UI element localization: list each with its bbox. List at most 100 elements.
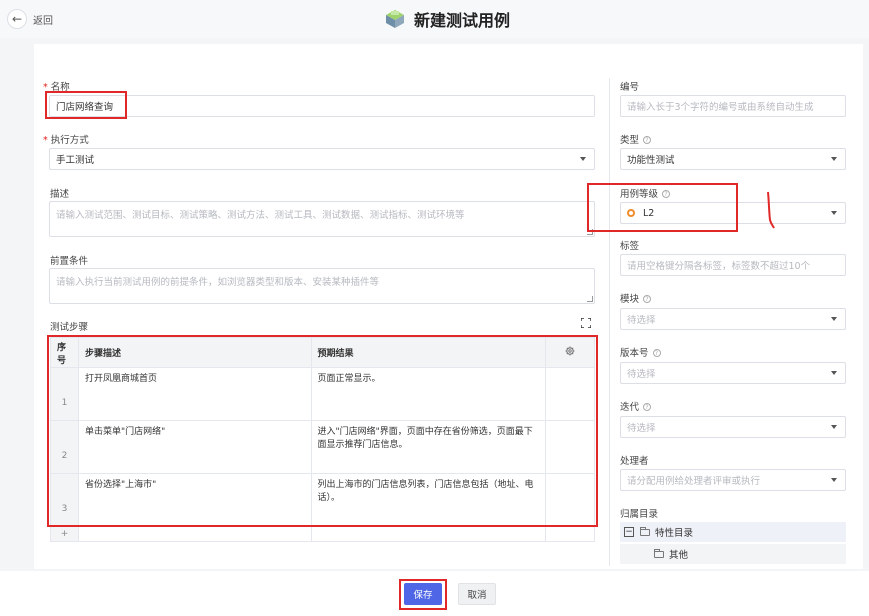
title-wrap: 新建测试用例	[384, 6, 510, 32]
description-label: 描述	[50, 189, 70, 200]
back-label[interactable]: 返回	[33, 12, 53, 27]
exec-mode-value: 手工测试	[56, 155, 95, 166]
empty-action-cell	[545, 526, 595, 542]
empty-expected-cell[interactable]	[310, 526, 547, 542]
chevron-down-icon	[831, 157, 837, 161]
precondition-placeholder: 请输入执行当前测试用例的前提条件，如浏览器类型和版本、安装某种插件等	[56, 277, 380, 288]
table-row[interactable]: 3 省份选择"上海市" 列出上海市的门店信息列表，门店信息包括（地址、电话）。	[50, 473, 595, 527]
level-label-text: 用例等级	[620, 189, 659, 200]
resize-handle-icon[interactable]	[587, 296, 593, 302]
required-mark: *	[43, 135, 48, 146]
iteration-placeholder: 待选择	[627, 423, 656, 434]
level-dot-icon	[627, 209, 635, 217]
step-cell[interactable]: 打开凤凰商城首页	[77, 367, 312, 421]
tags-input[interactable]: 请用空格键分隔各标签，标签数不超过10个	[620, 254, 846, 276]
action-cell	[545, 473, 595, 527]
tree-node-root[interactable]: − 特性目录	[620, 522, 846, 542]
chevron-down-icon	[831, 317, 837, 321]
level-select[interactable]: L2	[620, 202, 846, 224]
exec-mode-label-text: 执行方式	[50, 135, 89, 146]
tags-label: 标签	[620, 241, 640, 252]
fullscreen-icon[interactable]	[581, 318, 591, 328]
top-bar: ← 返回 新建测试用例	[0, 0, 869, 38]
table-row[interactable]: 1 打开凤凰商城首页 页面正常显示。	[50, 367, 595, 421]
required-mark: *	[43, 82, 48, 93]
tree-node-root-label: 特性目录	[655, 528, 694, 539]
arrow-left-icon: ←	[11, 12, 23, 26]
chevron-down-icon	[831, 425, 837, 429]
tree-node-child-label: 其他	[669, 550, 689, 561]
module-select[interactable]: 待选择	[620, 308, 846, 330]
handler-label: 处理者	[620, 456, 649, 467]
version-select[interactable]: 待选择	[620, 362, 846, 384]
name-input[interactable]: 门店网络查询	[49, 95, 595, 117]
row-index: 3	[50, 473, 79, 527]
level-value: L2	[643, 207, 655, 219]
step-cell[interactable]: 单击菜单"门店网络"	[77, 420, 312, 474]
description-placeholder: 请输入测试范围、测试目标、测试策略、测试方法、测试工具、测试数据、测试指标、测试…	[56, 210, 465, 221]
type-value: 功能性测试	[627, 155, 675, 166]
folder-icon	[640, 526, 650, 536]
number-placeholder: 请输入长于3个字符的编号或由系统自动生成	[627, 102, 814, 113]
step-cell[interactable]: 省份选择"上海市"	[77, 473, 312, 527]
version-placeholder: 待选择	[627, 369, 656, 380]
add-row-marker[interactable]: +	[50, 526, 79, 542]
iteration-label: 迭代?	[620, 399, 652, 413]
cancel-button[interactable]: 取消	[458, 583, 496, 605]
expected-cell[interactable]: 页面正常显示。	[310, 367, 547, 421]
name-label: * 名称	[43, 79, 70, 93]
back-button[interactable]: ←	[7, 9, 27, 29]
tags-placeholder: 请用空格键分隔各标签，标签数不超过10个	[627, 261, 811, 272]
annotation-stroke	[767, 191, 775, 229]
exec-mode-select[interactable]: 手工测试	[49, 148, 595, 170]
directory-tree: − 特性目录 其他	[620, 522, 846, 564]
action-cell	[545, 420, 595, 474]
row-index: 1	[50, 367, 79, 421]
number-input[interactable]: 请输入长于3个字符的编号或由系统自动生成	[620, 95, 846, 117]
col-header-settings	[545, 337, 595, 368]
name-label-text: 名称	[50, 82, 70, 93]
expected-cell[interactable]: 进入"门店网络"界面，页面中存在省份筛选，页面最下面显示推荐门店信息。	[310, 420, 547, 474]
table-row[interactable]: 2 单击菜单"门店网络" 进入"门店网络"界面，页面中存在省份筛选，页面最下面显…	[50, 420, 595, 474]
module-label-text: 模块	[620, 294, 640, 305]
precondition-label: 前置条件	[50, 256, 89, 267]
empty-step-cell[interactable]	[77, 526, 312, 542]
collapse-icon[interactable]: −	[624, 527, 634, 537]
description-textarea[interactable]: 请输入测试范围、测试目标、测试策略、测试方法、测试工具、测试数据、测试指标、测试…	[49, 201, 595, 237]
col-header-step: 步骤描述	[77, 337, 312, 368]
directory-label: 归属目录	[620, 509, 659, 520]
add-row[interactable]: +	[50, 526, 595, 542]
help-icon[interactable]: ?	[662, 190, 671, 198]
version-label: 版本号?	[620, 345, 661, 359]
steps-table-header: 序号 步骤描述 预期结果	[50, 337, 595, 368]
chevron-down-icon	[831, 371, 837, 375]
row-index: 2	[50, 420, 79, 474]
module-label: 模块?	[620, 291, 652, 305]
folder-icon	[654, 548, 664, 558]
help-icon[interactable]: ?	[643, 403, 652, 411]
precondition-textarea[interactable]: 请输入执行当前测试用例的前提条件，如浏览器类型和版本、安装某种插件等	[49, 268, 595, 304]
iteration-select[interactable]: 待选择	[620, 416, 846, 438]
number-label: 编号	[620, 82, 640, 93]
chevron-down-icon	[831, 211, 837, 215]
page: ← 返回 新建测试用例 * 名称 门店网络查询 * 执行方式 手工测试 描述 请输入…	[0, 0, 869, 616]
resize-handle-icon[interactable]	[587, 229, 593, 235]
type-select[interactable]: 功能性测试	[620, 148, 846, 170]
help-icon[interactable]: ?	[643, 295, 652, 303]
type-label: 类型?	[620, 132, 652, 146]
expected-cell[interactable]: 列出上海市的门店信息列表，门店信息包括（地址、电话）。	[310, 473, 547, 527]
handler-placeholder: 请分配用例给处理者评审或执行	[627, 476, 761, 487]
exec-mode-label: * 执行方式	[43, 132, 89, 146]
help-icon[interactable]: ?	[652, 349, 661, 357]
help-icon[interactable]: ?	[643, 136, 652, 144]
version-label-text: 版本号	[620, 348, 649, 359]
handler-select[interactable]: 请分配用例给处理者评审或执行	[620, 469, 846, 491]
page-title: 新建测试用例	[414, 11, 511, 30]
tree-node-child[interactable]: 其他	[620, 544, 846, 564]
type-label-text: 类型	[620, 135, 640, 146]
iteration-label-text: 迭代	[620, 402, 640, 413]
gear-icon[interactable]	[565, 346, 575, 356]
save-button[interactable]: 保存	[404, 583, 442, 605]
col-header-index: 序号	[50, 337, 79, 368]
name-value: 门店网络查询	[56, 102, 114, 113]
